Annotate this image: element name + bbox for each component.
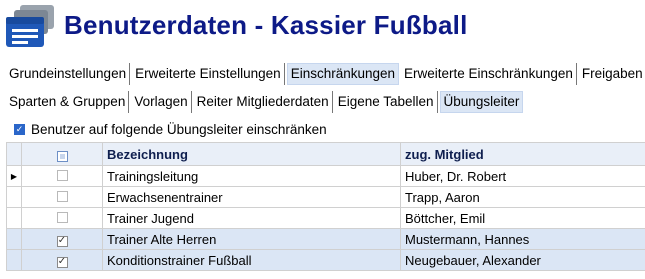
uebungsleiter-table: Bezeichnung zug. Mitglied ▶ Trainingslei…	[6, 142, 645, 271]
tab-sparten-gruppen[interactable]: Sparten & Gruppen	[6, 91, 130, 113]
tab-erweiterte-einstellungen[interactable]: Erweiterte Einstellungen	[132, 63, 285, 85]
row-indicator	[6, 186, 22, 208]
cell-zug-mitglied[interactable]: Mustermann, Hannes	[400, 228, 645, 250]
current-row-indicator-icon: ▶	[6, 165, 22, 187]
column-header-bezeichnung[interactable]: Bezeichnung	[102, 142, 401, 166]
column-header-zug-mitglied[interactable]: zug. Mitglied	[400, 142, 645, 166]
cell-zug-mitglied[interactable]: Huber, Dr. Robert	[400, 165, 645, 187]
table-row[interactable]: ✓ Konditionstrainer Fußball Neugebauer, …	[6, 249, 645, 271]
window-header: Benutzerdaten - Kassier Fußball	[0, 0, 645, 54]
table-row[interactable]: Erwachsenentrainer Trapp, Aaron	[6, 186, 645, 208]
check-icon: ✓	[15, 123, 24, 134]
tab-eigene-tabellen[interactable]: Eigene Tabellen	[335, 91, 438, 113]
cell-bezeichnung[interactable]: Trainer Alte Herren	[102, 228, 401, 250]
select-all-cell[interactable]	[21, 142, 103, 166]
row-checkbox-cell[interactable]	[21, 186, 103, 208]
cell-bezeichnung[interactable]: Trainingsleitung	[102, 165, 401, 187]
select-all-checkbox[interactable]	[56, 150, 68, 162]
tab-erweiterte-einschraenkungen[interactable]: Erweiterte Einschränkungen	[401, 63, 577, 85]
tab-uebungsleiter[interactable]: Übungsleiter	[439, 91, 524, 113]
tab-freigaben[interactable]: Freigaben	[579, 63, 645, 85]
restrict-checkbox[interactable]: ✓	[14, 123, 25, 135]
tab-reiter-mitgliederdaten[interactable]: Reiter Mitgliederdaten	[194, 91, 333, 113]
user-card-icon	[6, 5, 54, 47]
row-checkbox[interactable]: ✓	[56, 235, 68, 247]
row-checkbox-cell[interactable]	[21, 165, 103, 187]
tab-bar-main: Grundeinstellungen Erweiterte Einstellun…	[6, 63, 645, 85]
row-checkbox[interactable]: ✓	[56, 256, 68, 268]
tab-bar-sub: Sparten & Gruppen Vorlagen Reiter Mitgli…	[6, 91, 525, 113]
row-checkbox[interactable]	[56, 190, 68, 202]
tab-vorlagen[interactable]: Vorlagen	[131, 91, 192, 113]
cell-bezeichnung[interactable]: Erwachsenentrainer	[102, 186, 401, 208]
table-header-row: Bezeichnung zug. Mitglied	[6, 142, 645, 166]
cell-zug-mitglied[interactable]: Böttcher, Emil	[400, 207, 645, 229]
table-row[interactable]: Trainer Jugend Böttcher, Emil	[6, 207, 645, 229]
row-checkbox-cell[interactable]: ✓	[21, 228, 103, 250]
cell-zug-mitglied[interactable]: Trapp, Aaron	[400, 186, 645, 208]
row-indicator-header	[6, 142, 22, 166]
restrict-checkbox-row[interactable]: ✓ Benutzer auf folgende Übungsleiter ein…	[14, 120, 327, 138]
page-title: Benutzerdaten - Kassier Fußball	[64, 10, 468, 40]
table-row[interactable]: ▶ Trainingsleitung Huber, Dr. Robert	[6, 165, 645, 187]
table-row[interactable]: ✓ Trainer Alte Herren Mustermann, Hannes	[6, 228, 645, 250]
tab-einschraenkungen[interactable]: Einschränkungen	[286, 63, 400, 85]
row-indicator	[6, 207, 22, 229]
cell-bezeichnung[interactable]: Trainer Jugend	[102, 207, 401, 229]
restrict-checkbox-label: Benutzer auf folgende Übungsleiter einsc…	[31, 121, 327, 137]
cell-zug-mitglied[interactable]: Neugebauer, Alexander	[400, 249, 645, 271]
row-indicator	[6, 228, 22, 250]
cell-bezeichnung[interactable]: Konditionstrainer Fußball	[102, 249, 401, 271]
row-checkbox-cell[interactable]: ✓	[21, 249, 103, 271]
check-icon: ✓	[57, 235, 67, 247]
row-checkbox[interactable]	[56, 211, 68, 223]
check-icon: ✓	[57, 256, 67, 268]
row-checkbox[interactable]	[56, 169, 68, 181]
row-indicator	[6, 249, 22, 271]
tab-grundeinstellungen[interactable]: Grundeinstellungen	[6, 63, 131, 85]
row-checkbox-cell[interactable]	[21, 207, 103, 229]
